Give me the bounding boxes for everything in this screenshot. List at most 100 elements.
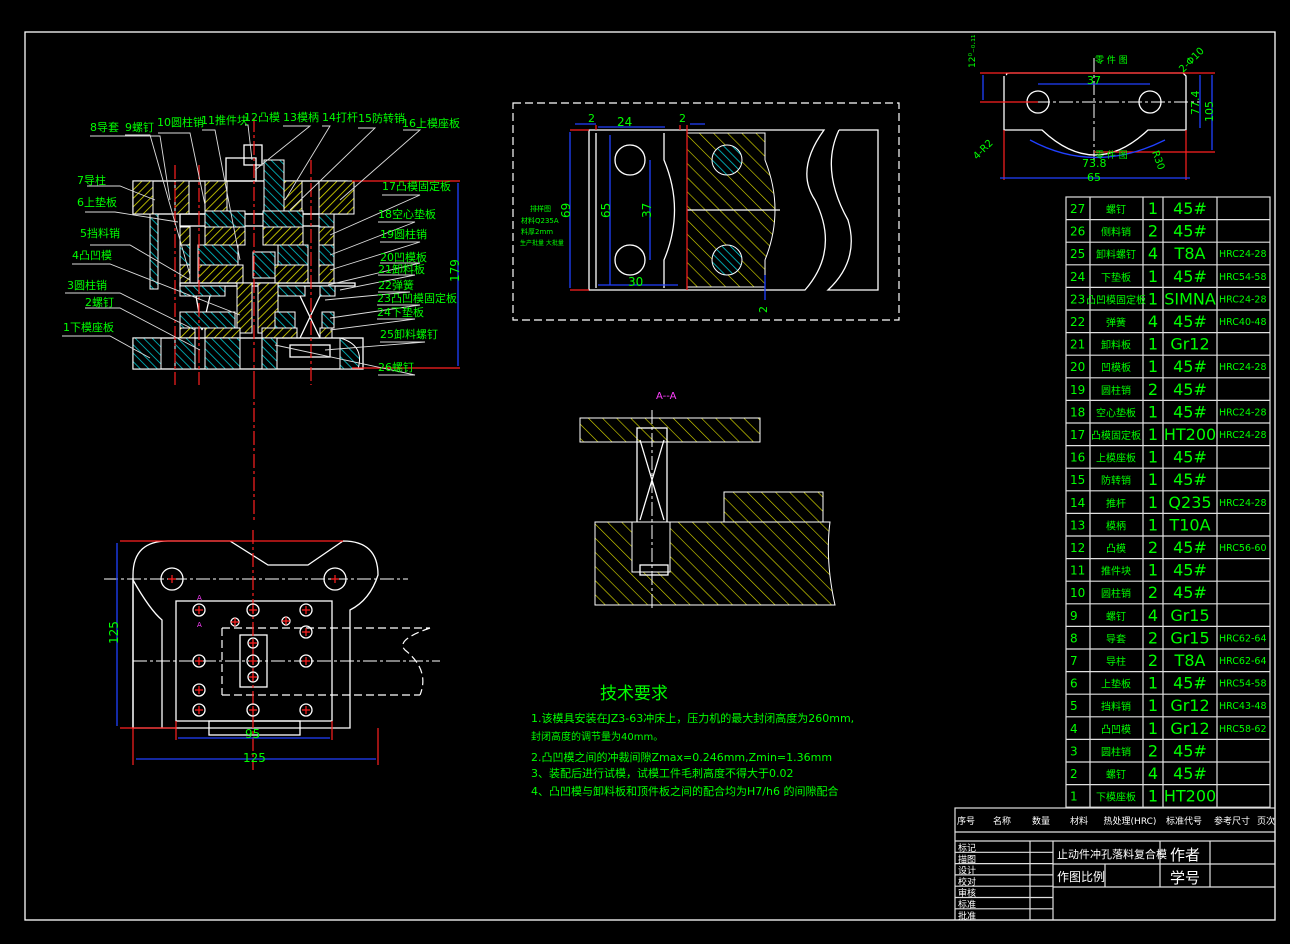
label-7: 7导柱 (77, 173, 106, 187)
label-20: 20凹模板 (380, 250, 427, 264)
part-material: 45# (1173, 448, 1207, 467)
section-mark-top: A (197, 594, 202, 602)
strip-layout-view: 24 2 2 30 69 65 37 2 排样图 材料Q235A 料厚2mm 生… (512, 102, 900, 321)
dim-24: 24 (617, 115, 632, 129)
part-number: 9 (1070, 609, 1078, 623)
dim-125-width: 125 (243, 751, 266, 765)
table-header: 参考尺寸 (1214, 815, 1250, 827)
part-number: 2 (1070, 767, 1078, 781)
part-quantity: 1 (1148, 493, 1158, 512)
scale-label: 作图比例 (1057, 870, 1105, 884)
label-24: 24下垫板 (377, 305, 424, 319)
part-material: Gr15 (1170, 606, 1209, 625)
parts-table-row: 1 下模座板 1 HT200 (1066, 783, 1270, 806)
dim-2b: 2 (679, 112, 686, 125)
table-header: 标准代号 (1166, 815, 1202, 827)
part-drawing-view: 零 件 图 零 件 图 37 12⁰₋₀.₁₁ 2-Φ10 77.4 105 4… (968, 34, 1216, 184)
part-quantity: 2 (1148, 651, 1158, 670)
part-material: Gr15 (1170, 628, 1209, 647)
parts-table-row: 16 上模座板 1 45# (1066, 445, 1270, 467)
label-10: 10圆柱销 (157, 115, 204, 129)
part-quantity: 1 (1148, 425, 1158, 444)
part-heat-treatment: HRC24-28 (1219, 498, 1267, 509)
parts-table-row: 24 下垫板 1 45# HRC54-58 (1066, 264, 1270, 286)
part-name: 圆柱销 (1101, 384, 1131, 397)
dim-105: 105 (1203, 101, 1216, 122)
part-name: 防转销 (1101, 474, 1131, 487)
table-header: 名称 (993, 815, 1011, 827)
part-quantity: 1 (1148, 267, 1158, 286)
tech-title: 技术要求 (600, 684, 668, 704)
part-quantity: 2 (1148, 583, 1158, 602)
part-name: 凸凹模固定板 (1086, 293, 1146, 306)
part-name: 下垫板 (1101, 271, 1131, 284)
part-quantity: 1 (1148, 470, 1158, 489)
part-quantity: 1 (1148, 357, 1158, 376)
dim-2c: 2 (757, 306, 770, 313)
part-quantity: 1 (1148, 448, 1158, 467)
author-label: 作者 (1170, 846, 1200, 864)
part-name: 凸模 (1106, 543, 1126, 555)
part-name: 导柱 (1106, 655, 1126, 668)
dim-tolerance: 12⁰₋₀.₁₁ (968, 34, 978, 68)
part-number: 11 (1070, 564, 1085, 578)
strip-note-batch: 生产批量 大批量 (520, 239, 564, 247)
parts-table-row: 5 挡料销 1 Gr12 HRC43-48 (1066, 693, 1270, 715)
parts-table-row: 7 导柱 2 T8A HRC62-64 (1066, 648, 1270, 670)
part-name: 卸料板 (1101, 339, 1131, 352)
part-name: 凹模板 (1101, 361, 1131, 374)
part-number: 17 (1070, 428, 1085, 442)
dim-arc: 73.8 (1082, 157, 1107, 170)
part-number: 6 (1070, 677, 1078, 691)
part-heat-treatment: HRC54-58 (1219, 679, 1267, 690)
section-a-a-view: A--A (579, 391, 836, 610)
parts-table: 27 螺钉 1 45#26 侧料销 2 45#25 卸料螺钉 4 T8A HRC24-2824 下垫板… (1065, 196, 1271, 808)
part-material: 45# (1173, 312, 1207, 331)
part-name: 卸料螺钉 (1096, 248, 1136, 261)
part-number: 19 (1070, 383, 1085, 397)
part-heat-treatment: HRC62-64 (1219, 656, 1267, 667)
part-number: 24 (1070, 270, 1085, 284)
label-9: 9螺钉 (125, 121, 154, 134)
part-quantity: 2 (1148, 538, 1158, 557)
title-block-role: 批准 (958, 910, 976, 922)
part-name: 空心垫板 (1096, 406, 1136, 419)
part-name: 下模座板 (1096, 791, 1136, 804)
dim-69: 69 (559, 203, 573, 218)
part-heat-treatment: HRC24-28 (1219, 407, 1267, 418)
label-4: 4凸凹模 (72, 249, 112, 262)
cad-drawing-canvas[interactable]: 8导套 9螺钉 10圆柱销 11推件块 12凸模 13模柄 14打杆 15防转销… (0, 0, 1290, 944)
part-quantity: 4 (1148, 244, 1158, 263)
table-header: 序号 (957, 815, 975, 827)
part-material: Gr12 (1170, 696, 1209, 715)
part-heat-treatment: HRC54-58 (1219, 272, 1267, 283)
part-number: 18 (1070, 405, 1085, 419)
parts-table-row: 4 凸凹模 1 Gr12 HRC58-62 (1066, 716, 1270, 738)
part-name: 弹簧 (1106, 316, 1126, 329)
parts-table-row: 8 导套 2 Gr15 HRC62-64 (1066, 625, 1270, 647)
part-material: T8A (1174, 244, 1206, 263)
label-6: 6上垫板 (77, 195, 117, 209)
parts-table-row: 22 弹簧 4 45# HRC40-48 (1066, 309, 1270, 331)
part-name: 上垫板 (1101, 678, 1131, 691)
student-id-label: 学号 (1170, 869, 1200, 887)
part-quantity: 1 (1148, 515, 1158, 534)
label-25: 25卸料螺钉 (380, 327, 438, 341)
tech-item-3: 3、装配后进行试模，试模工件毛刺高度不得大于0.02 (531, 766, 794, 780)
part-quantity: 1 (1148, 719, 1158, 738)
label-15: 15防转销 (358, 111, 405, 125)
parts-table-row: 20 凹模板 1 45# HRC24-28 (1066, 354, 1270, 376)
table-header: 热处理(HRC) (1104, 815, 1157, 827)
part-heat-treatment: HRC24-28 (1219, 430, 1267, 441)
part-heat-treatment: HRC40-48 (1219, 317, 1267, 328)
parts-table-row: 3 圆柱销 2 45# (1066, 738, 1270, 760)
title-block: 序号 名称 数量 材料 热处理(HRC) 标准代号 参考尺寸 页次 标记描图设计校对审核标准批… (954, 807, 1276, 922)
part-heat-treatment: HRC24-28 (1219, 294, 1267, 305)
tech-item-4: 4、凸凹模与卸料板和顶件板之间的配合均为H7/h6 的间隙配合 (531, 784, 838, 798)
hole (247, 671, 259, 683)
parts-table-row: 26 侧料销 2 45# (1066, 219, 1270, 241)
assembly-section-view (62, 118, 460, 520)
part-quantity: 1 (1148, 289, 1158, 308)
part-number: 13 (1070, 518, 1085, 532)
section-mark-bottom: A (197, 621, 202, 629)
